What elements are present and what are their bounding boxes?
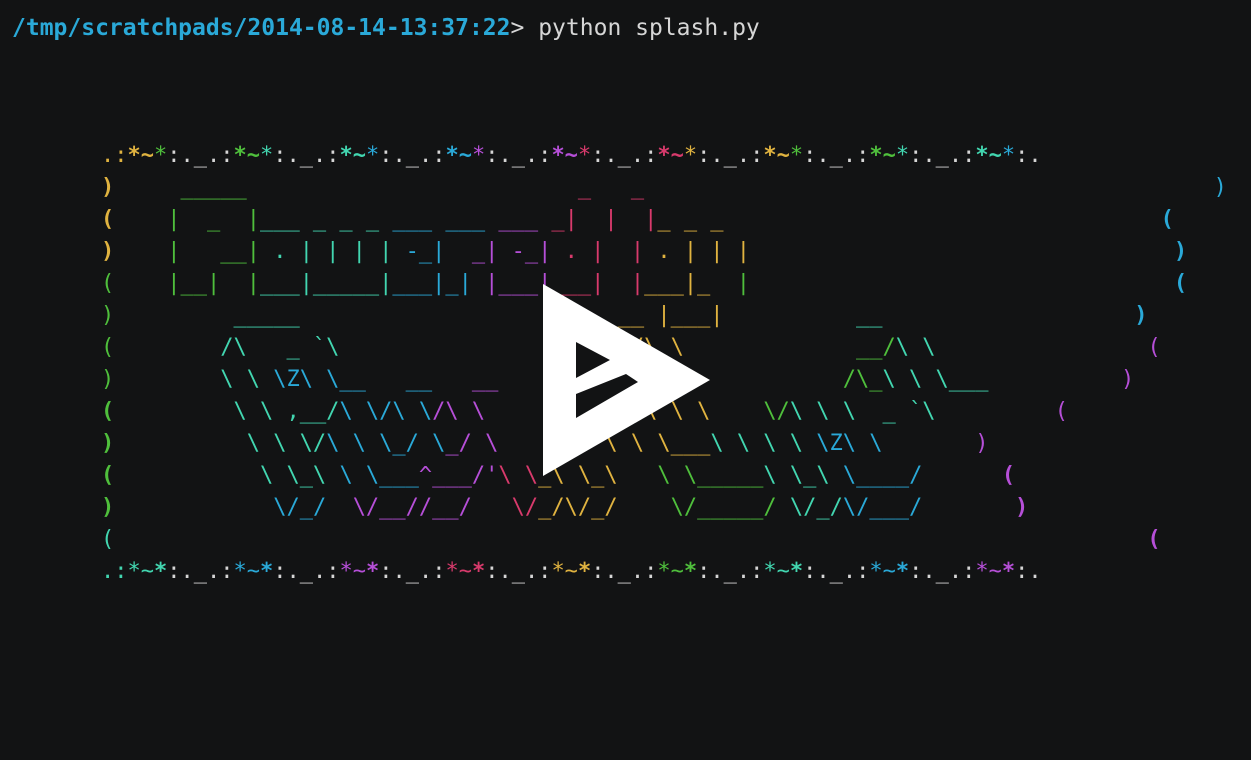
- art-line: ( (: [101, 527, 1161, 552]
- play-button[interactable]: [540, 282, 712, 478]
- art-line: ( | _ |___ _ _ _ ___ ___ ___ _| | |_ _ _…: [101, 207, 1174, 232]
- art-line: .:*~*:._.:*~*:._.:*~*:._.:*~*:._.:*~*:._…: [101, 143, 1042, 168]
- prompt-symbol: >: [510, 15, 539, 41]
- art-line: ) \/_/ \/__//__/ \/_/\/_/ \/_____/ \/_/\…: [101, 495, 1029, 520]
- play-icon: [543, 284, 710, 476]
- art-line: .:*~*:._.:*~*:._.:*~*:._.:*~*:._.:*~*:._…: [101, 559, 1042, 584]
- shell-prompt-line: /tmp/scratchpads/2014-08-14-13:37:22> py…: [12, 12, 760, 44]
- art-line: ) _____ _ _ ): [101, 175, 1227, 200]
- prompt-path: /tmp/scratchpads/2014-08-14-13:37:22: [12, 15, 511, 41]
- prompt-command: python splash.py: [538, 15, 760, 41]
- art-line: ) | __| . | | | | -_| _| -_| . | | . | |…: [101, 239, 1188, 264]
- terminal-window: /tmp/scratchpads/2014-08-14-13:37:22> py…: [0, 0, 1251, 760]
